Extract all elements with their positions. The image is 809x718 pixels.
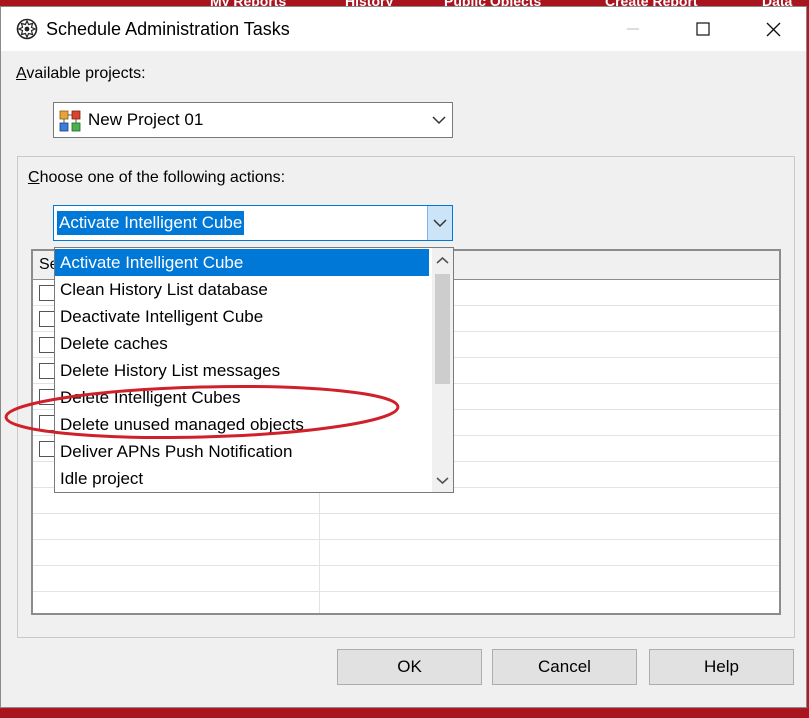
action-dropdown-list[interactable]: Activate Intelligent Cube Clean History L… xyxy=(54,247,454,493)
dropdown-option[interactable]: Delete History List messages xyxy=(55,357,429,384)
dropdown-option[interactable]: Deactivate Intelligent Cube xyxy=(55,303,429,330)
table-row[interactable] xyxy=(33,565,779,592)
row-checkbox[interactable] xyxy=(39,441,55,457)
scroll-down-arrow-icon[interactable] xyxy=(436,476,449,485)
action-combobox[interactable]: Activate Intelligent Cube xyxy=(53,205,453,241)
chevron-down-icon xyxy=(433,219,447,228)
dropdown-option[interactable]: Activate Intelligent Cube xyxy=(55,249,429,276)
scroll-up-arrow-icon[interactable] xyxy=(436,256,449,265)
available-projects-label: Available projects: xyxy=(16,65,146,83)
available-projects-access-key: A xyxy=(16,65,27,82)
title-bar: Schedule Administration Tasks xyxy=(1,7,806,51)
dropdown-scrollbar[interactable] xyxy=(432,248,453,492)
dropdown-option[interactable]: Deliver APNs Push Notification xyxy=(55,438,429,465)
actions-access-key: C xyxy=(28,169,40,186)
dropdown-option[interactable]: Delete Intelligent Cubes xyxy=(55,384,429,411)
schedule-gear-icon xyxy=(16,18,38,40)
row-checkbox[interactable] xyxy=(39,285,55,301)
row-checkbox[interactable] xyxy=(39,363,55,379)
dropdown-option[interactable]: Idle project xyxy=(55,465,429,492)
row-checkbox[interactable] xyxy=(39,311,55,327)
project-selected-value: New Project 01 xyxy=(88,110,204,129)
actions-label: Choose one of the following actions: xyxy=(28,169,285,187)
dropdown-option[interactable]: Clean History List database xyxy=(55,276,429,303)
minimize-button[interactable] xyxy=(598,7,668,51)
table-row[interactable] xyxy=(33,513,779,540)
row-checkbox[interactable] xyxy=(39,415,55,431)
project-combobox[interactable]: New Project 01 xyxy=(53,102,453,138)
maximize-button[interactable] xyxy=(668,7,738,51)
project-icon xyxy=(59,110,81,132)
close-icon xyxy=(766,22,781,37)
scrollbar-thumb[interactable] xyxy=(435,274,450,384)
dropdown-option[interactable]: Delete unused managed objects xyxy=(55,411,429,438)
schedule-admin-dialog: Schedule Administration Tasks Available … xyxy=(0,6,807,708)
action-selected-value: Activate Intelligent Cube xyxy=(57,211,245,235)
ok-button[interactable]: OK xyxy=(337,649,482,685)
row-checkbox[interactable] xyxy=(39,337,55,353)
dialog-title: Schedule Administration Tasks xyxy=(46,19,290,39)
table-row[interactable] xyxy=(33,539,779,566)
close-button[interactable] xyxy=(738,7,808,51)
cancel-button[interactable]: Cancel xyxy=(492,649,637,685)
maximize-icon xyxy=(696,22,710,36)
help-button[interactable]: Help xyxy=(649,649,794,685)
actions-label-rest: hoose one of the following actions: xyxy=(39,169,286,186)
background-app-bottom xyxy=(0,709,809,718)
row-checkbox[interactable] xyxy=(39,389,55,405)
minimize-icon xyxy=(627,28,639,30)
chevron-down-icon xyxy=(432,116,446,125)
dropdown-option[interactable]: Delete caches xyxy=(55,330,429,357)
available-projects-label-rest: vailable projects: xyxy=(26,65,146,82)
action-dropdown-button[interactable] xyxy=(427,206,452,240)
